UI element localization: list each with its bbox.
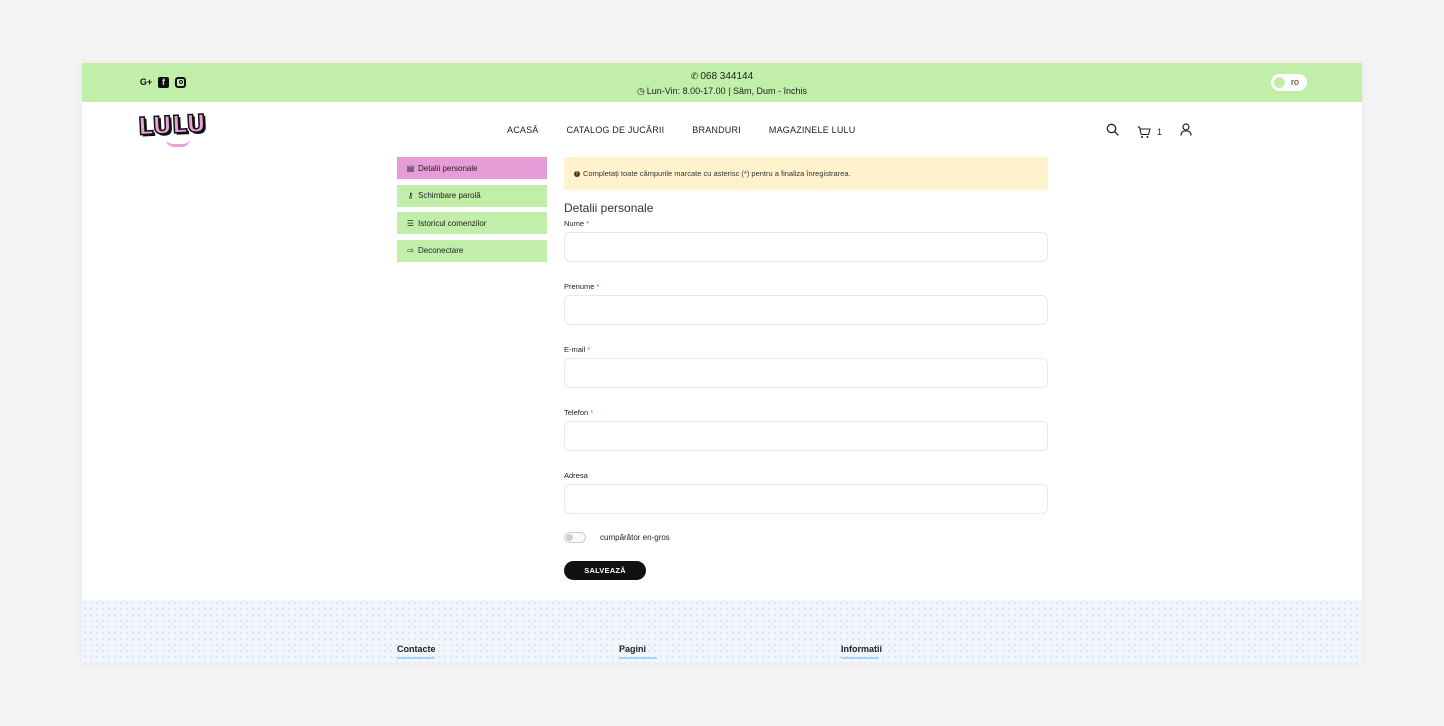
clock-icon: ◷	[636, 86, 645, 96]
sidebar-item-label: Deconectare	[418, 246, 464, 255]
alert-text: Completați toate câmpurile marcate cu as…	[583, 169, 851, 178]
language-toggle-knob	[1274, 77, 1285, 88]
footer-heading-contacts: Contacte	[397, 644, 436, 659]
field-label-text: Adresa	[564, 471, 588, 480]
sidebar-item-change-password[interactable]: ⚷ Schimbare parolă	[397, 184, 547, 207]
opening-hours: Lun-Vin: 8.00-17.00 | Sâm, Dum - închis	[646, 86, 808, 96]
language-toggle[interactable]: ro	[1271, 74, 1307, 91]
cart-icon	[1137, 125, 1151, 138]
required-marker: *	[587, 345, 591, 354]
logo-word: LULU	[137, 108, 208, 141]
field-label: Telefon *	[564, 408, 1048, 418]
field-email: E-mail *	[564, 345, 1048, 388]
logo-text: LULU	[137, 108, 208, 141]
top-bar: G+ f ✆ 068 344144 ◷ Lun-Vin: 8.00-17.00 | …	[82, 63, 1362, 102]
address-input[interactable]	[564, 484, 1048, 514]
sidebar-item-label: Detalii personale	[418, 163, 478, 173]
wholesale-toggle[interactable]	[564, 532, 586, 543]
required-marker: *	[590, 408, 594, 417]
contact-info: ✆ 068 344144 ◷ Lun-Vin: 8.00-17.00 | Sâm, …	[82, 69, 1362, 98]
id-card-icon: ▤	[406, 163, 415, 173]
account-sidebar: ▤ Detalii personale ⚷ Schimbare parolă ☰…	[397, 157, 547, 267]
field-label-text: E-mail	[564, 345, 586, 354]
name-input[interactable]	[564, 232, 1048, 262]
email-input[interactable]	[564, 358, 1048, 388]
footer-heading-info: Informatii	[841, 644, 883, 659]
field-label: Nume *	[564, 219, 1048, 229]
field-label: Prenume *	[564, 282, 1048, 292]
toggle-knob	[566, 534, 573, 541]
field-phone: Telefon *	[564, 408, 1048, 451]
section-title: Detalii personale	[564, 201, 654, 215]
sidebar-item-logout[interactable]: ⇨ Deconectare	[397, 239, 547, 262]
footer: Contacte Pagini Informatii	[82, 600, 1362, 663]
logo-smile	[166, 139, 190, 147]
field-label-text: Prenume	[564, 282, 595, 291]
field-label-text: Nume	[564, 219, 585, 228]
phone-icon: ✆	[690, 71, 699, 81]
sidebar-item-personal-details[interactable]: ▤ Detalii personale	[397, 157, 547, 179]
search-icon[interactable]	[1106, 123, 1119, 141]
sidebar-item-label: Istoricul comenzilor	[418, 218, 487, 228]
sidebar-item-label: Schimbare parolă	[418, 191, 481, 200]
sign-out-icon: ⇨	[407, 246, 414, 255]
list-icon: ☰	[406, 218, 415, 228]
key-icon: ⚷	[407, 191, 414, 200]
user-icon[interactable]	[1180, 123, 1192, 141]
wholesale-row: cumpărător en-gros	[564, 532, 1048, 543]
surname-input[interactable]	[564, 295, 1048, 325]
nav-item-home[interactable]: ACASĂ	[507, 125, 539, 135]
field-label: E-mail *	[564, 345, 1048, 355]
field-address: Adresa	[564, 471, 1048, 514]
cart-count: 1	[1157, 127, 1163, 137]
page-frame: G+ f ✆ 068 344144 ◷ Lun-Vin: 8.00-17.00 | …	[82, 63, 1362, 663]
required-marker: *	[586, 219, 590, 228]
main-nav: ACASĂ CATALOG DE JUCĂRII BRANDURI MAGAZI…	[507, 125, 855, 135]
required-marker: *	[596, 282, 600, 291]
info-alert: ! Completați toate câmpurile marcate cu …	[564, 157, 1048, 190]
phone-input[interactable]	[564, 421, 1048, 451]
header-actions: 1	[1106, 123, 1192, 141]
save-button[interactable]: SALVEAZĂ	[564, 561, 646, 580]
cart-button[interactable]: 1	[1137, 125, 1163, 139]
field-name: Nume *	[564, 219, 1048, 262]
field-label-text: Telefon	[564, 408, 589, 417]
phone-number[interactable]: 068 344144	[700, 71, 753, 82]
field-surname: Prenume *	[564, 282, 1048, 325]
info-icon: !	[574, 170, 580, 177]
sidebar-item-order-history[interactable]: ☰ Istoricul comenzilor	[397, 212, 547, 234]
field-label: Adresa	[564, 471, 1048, 481]
site-logo[interactable]: LULU	[137, 108, 224, 151]
phone-line: ✆ 068 344144	[82, 69, 1362, 84]
footer-heading-pages: Pagini	[619, 644, 658, 659]
nav-item-stores[interactable]: MAGAZINELE LULU	[769, 125, 856, 135]
language-label: ro	[1291, 77, 1300, 87]
nav-item-brands[interactable]: BRANDURI	[692, 125, 741, 135]
nav-item-catalog[interactable]: CATALOG DE JUCĂRII	[567, 125, 665, 135]
wholesale-label: cumpărător en-gros	[600, 533, 670, 542]
personal-details-form: ! Completați toate câmpurile marcate cu …	[564, 157, 1048, 580]
hours-line: ◷ Lun-Vin: 8.00-17.00 | Sâm, Dum - închis	[82, 84, 1362, 98]
